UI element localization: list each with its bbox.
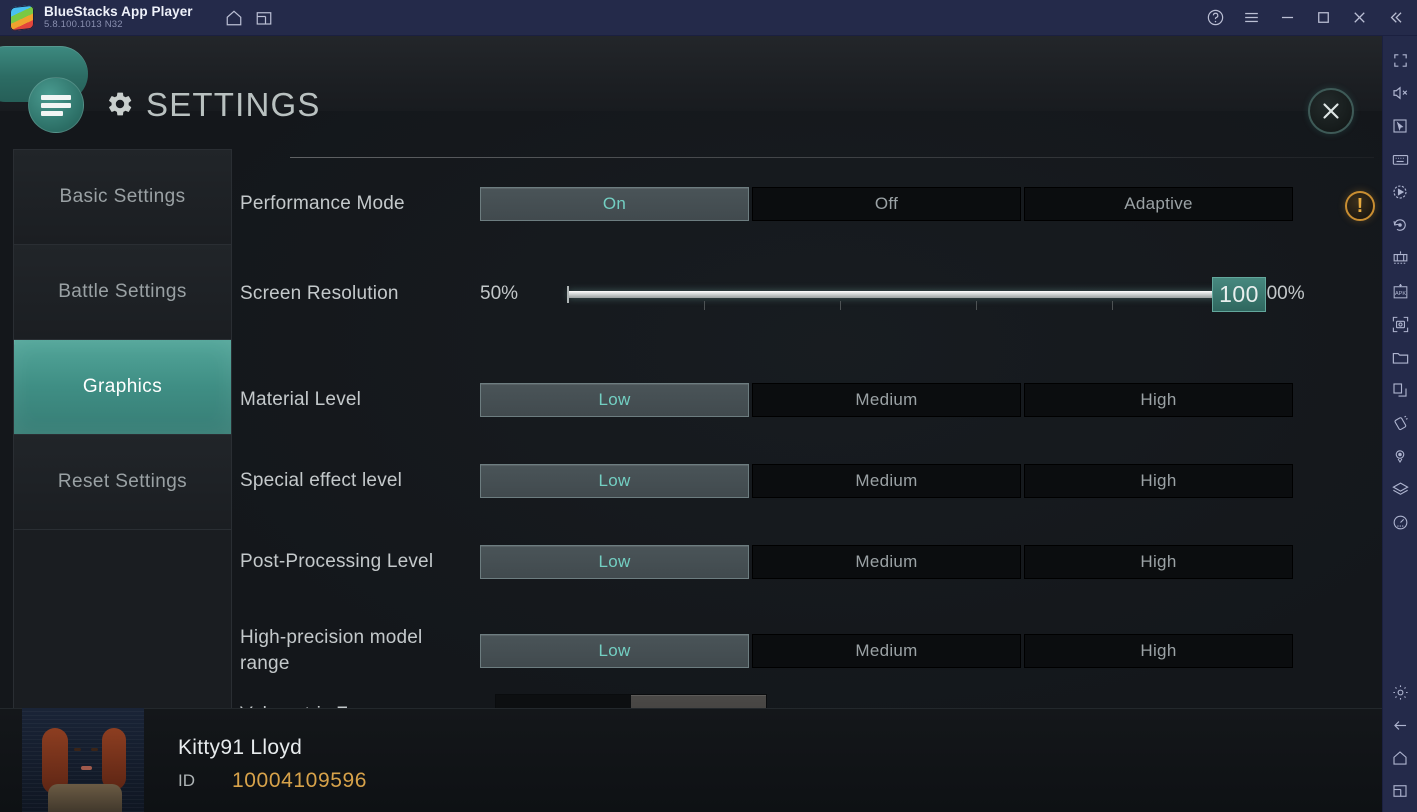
slider-tick — [1112, 301, 1113, 310]
layers-icon[interactable] — [1384, 473, 1416, 505]
bluestacks-logo — [10, 4, 34, 31]
gear-icon[interactable] — [1384, 676, 1416, 708]
warning-icon[interactable]: ! — [1345, 191, 1375, 221]
bluestacks-titlebar: BlueStacks App Player 5.8.100.1013 N32 — [0, 0, 1417, 36]
sidebar-item-label: Reset Settings — [57, 471, 188, 492]
option-high[interactable]: High — [1024, 383, 1293, 417]
option-low[interactable]: Low — [480, 545, 749, 579]
sidebar-item-label: Battle Settings — [58, 281, 187, 302]
setting-label: Screen Resolution — [240, 283, 399, 304]
option-high[interactable]: High — [1024, 545, 1293, 579]
install-apk-icon[interactable]: APK — [1384, 275, 1416, 307]
setting-label: Performance Mode — [240, 193, 405, 214]
setting-row-high-precision-model-range: High-precision model range Low Medium Hi… — [240, 625, 1382, 677]
home-icon[interactable] — [1384, 742, 1416, 774]
keyboard-icon[interactable] — [1384, 143, 1416, 175]
slider-min-label: 50% — [480, 283, 519, 304]
close-icon[interactable] — [1343, 2, 1375, 34]
rotate-icon[interactable] — [1384, 209, 1416, 241]
slider-track-fill — [568, 291, 1248, 298]
setting-label: Post-Processing Level — [240, 551, 434, 572]
setting-label: Material Level — [240, 389, 362, 410]
sidebar-item-label: Basic Settings — [59, 186, 186, 207]
sidebar-item-reset-settings[interactable]: Reset Settings — [14, 435, 231, 530]
svg-text:APK: APK — [1394, 290, 1405, 296]
shake-icon[interactable] — [1384, 407, 1416, 439]
content-divider — [290, 157, 1374, 158]
option-high[interactable]: High — [1024, 634, 1293, 668]
segmented-control-special-effect-level: Low Medium High — [480, 464, 1293, 498]
option-low[interactable]: Low — [480, 634, 749, 668]
slider-start-cap — [567, 286, 569, 303]
maximize-icon[interactable] — [1307, 2, 1339, 34]
player-bottom-bar: Kitty91 Lloyd ID 10004109596 Profile Cus… — [0, 708, 1382, 812]
option-low[interactable]: Low — [480, 383, 749, 417]
recents-icon[interactable] — [1384, 775, 1416, 807]
folder-icon[interactable] — [1384, 341, 1416, 373]
sidebar-item-battle-settings[interactable]: Battle Settings — [14, 245, 231, 340]
setting-row-screen-resolution: Screen Resolution 50% 100 100% — [240, 277, 1382, 312]
option-high[interactable]: High — [1024, 464, 1293, 498]
cursor-icon[interactable] — [1384, 110, 1416, 142]
slider-tick — [976, 301, 977, 310]
collapse-icon[interactable] — [1379, 2, 1411, 34]
setting-row-performance-mode: Performance Mode On Off Adaptive — [240, 187, 1382, 221]
page-title: SETTINGS — [146, 86, 321, 123]
menu-icon[interactable] — [1235, 2, 1267, 34]
sidebar-item-basic-settings[interactable]: Basic Settings — [14, 150, 231, 245]
hamburger-icon — [41, 92, 71, 119]
app-version: 5.8.100.1013 N32 — [44, 19, 123, 30]
setting-row-post-processing-level: Post-Processing Level Low Medium High — [240, 545, 1382, 579]
multi-instance-manager-icon[interactable] — [1384, 242, 1416, 274]
segmented-control-performance-mode: On Off Adaptive — [480, 187, 1293, 221]
mute-icon[interactable] — [1384, 77, 1416, 109]
option-medium[interactable]: Medium — [752, 464, 1021, 498]
menu-button[interactable] — [28, 77, 84, 133]
option-on[interactable]: On — [480, 187, 749, 221]
slider-tick — [840, 301, 841, 310]
settings-category-list: Basic Settings Battle Settings Graphics … — [13, 149, 232, 737]
setting-label: High-precision model range — [240, 627, 423, 674]
segmented-control-post-processing-level: Low Medium High — [480, 545, 1293, 579]
screenshot-icon[interactable] — [1384, 308, 1416, 340]
segmented-control-material-level: Low Medium High — [480, 383, 1293, 417]
option-medium[interactable]: Medium — [752, 634, 1021, 668]
option-medium[interactable]: Medium — [752, 545, 1021, 579]
copy-icon[interactable] — [1384, 374, 1416, 406]
option-low[interactable]: Low — [480, 464, 749, 498]
back-icon[interactable] — [1384, 709, 1416, 741]
home-icon[interactable] — [219, 3, 249, 33]
setting-label: Special effect level — [240, 470, 403, 491]
gear-icon — [106, 90, 134, 123]
minimize-icon[interactable] — [1271, 2, 1303, 34]
multi-instance-icon[interactable] — [249, 3, 279, 33]
close-settings-button[interactable] — [1308, 88, 1354, 134]
slider-thumb-value[interactable]: 100 — [1212, 277, 1266, 312]
help-icon[interactable] — [1199, 2, 1231, 34]
slider-tick — [704, 301, 705, 310]
game-viewport: SETTINGS Basic Settings Battle Settings … — [0, 36, 1382, 812]
sidebar-item-label: Graphics — [82, 376, 163, 397]
player-id-value: 10004109596 — [232, 769, 368, 792]
app-title: BlueStacks App Player — [44, 4, 193, 19]
slider-control-screen-resolution: 50% 100 100% — [480, 277, 1305, 312]
fullscreen-icon[interactable] — [1384, 44, 1416, 76]
sidebar-item-graphics[interactable]: Graphics — [14, 340, 231, 435]
player-name: Kitty91 Lloyd — [178, 736, 303, 759]
slider-track[interactable]: 100 — [567, 277, 1266, 312]
option-medium[interactable]: Medium — [752, 383, 1021, 417]
setting-row-material-level: Material Level Low Medium High — [240, 383, 1382, 417]
option-adaptive[interactable]: Adaptive — [1024, 187, 1293, 221]
location-icon[interactable] — [1384, 440, 1416, 472]
option-off[interactable]: Off — [752, 187, 1021, 221]
segmented-control-high-precision-model-range: Low Medium High — [480, 634, 1293, 668]
settings-header: SETTINGS — [0, 36, 1382, 134]
player-portrait — [22, 708, 144, 812]
bluestacks-sidebar-toolbar: APK — [1382, 36, 1417, 812]
player-id-label: ID — [178, 771, 195, 790]
macro-play-icon[interactable] — [1384, 176, 1416, 208]
performance-icon[interactable] — [1384, 506, 1416, 538]
settings-content: Performance Mode On Off Adaptive ! Scree… — [240, 149, 1382, 737]
setting-row-special-effect-level: Special effect level Low Medium High — [240, 464, 1382, 498]
